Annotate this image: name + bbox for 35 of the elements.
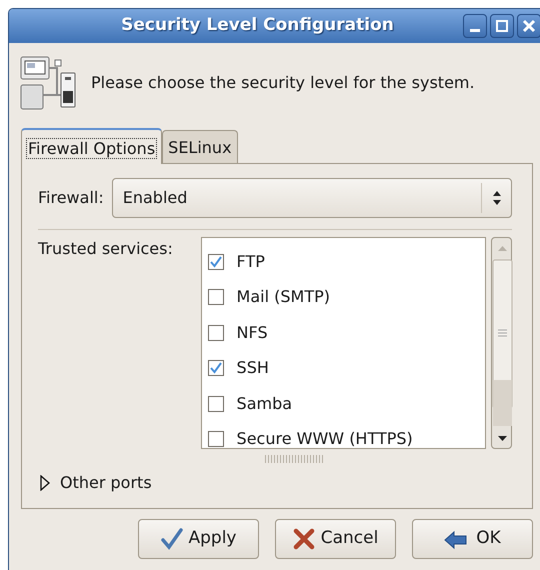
- field-label: Firewall:: [38, 187, 104, 209]
- close-icon: [522, 19, 536, 33]
- checkbox[interactable]: [208, 396, 224, 412]
- list-item[interactable]: NFS: [202, 315, 485, 350]
- field-label: Trusted services:: [38, 239, 173, 258]
- check-icon: [160, 528, 182, 550]
- checkmark-icon: [210, 362, 222, 374]
- maximize-icon: [495, 19, 509, 33]
- maximize-button[interactable]: [490, 14, 514, 38]
- list-item[interactable]: FTP: [202, 244, 485, 280]
- tab[interactable]: SELinux: [162, 130, 238, 163]
- close-button[interactable]: [517, 14, 540, 38]
- expander[interactable]: Other ports: [38, 471, 512, 495]
- list-item[interactable]: Mail (SMTP): [202, 280, 485, 315]
- tab[interactable]: Firewall Options: [21, 128, 162, 164]
- checkbox[interactable]: [208, 254, 224, 270]
- cancel-button[interactable]: Cancel: [275, 519, 396, 559]
- firewall-dropdown[interactable]: Enabled: [112, 178, 512, 218]
- checkbox[interactable]: [208, 360, 224, 376]
- checkbox[interactable]: [208, 324, 224, 341]
- instruction-text: Please choose the security level for the system.: [91, 72, 475, 94]
- apply-button[interactable]: Apply: [138, 519, 259, 559]
- cancel-icon: [292, 528, 315, 550]
- list-item[interactable]: SSH: [202, 350, 485, 386]
- checkbox[interactable]: [208, 289, 224, 306]
- minimize-button[interactable]: [463, 14, 487, 38]
- minimize-icon: [470, 28, 480, 32]
- list-item[interactable]: Secure WWW (HTTPS): [202, 422, 485, 457]
- scrollbar[interactable]: [491, 237, 512, 449]
- ok-button[interactable]: OK: [412, 519, 533, 559]
- checkmark-icon: [210, 256, 222, 268]
- list-item[interactable]: Samba: [202, 386, 485, 422]
- window-title: Security Level Configuration: [120, 14, 395, 38]
- spinner-arrows-icon: [492, 190, 502, 206]
- checkbox[interactable]: [208, 431, 224, 448]
